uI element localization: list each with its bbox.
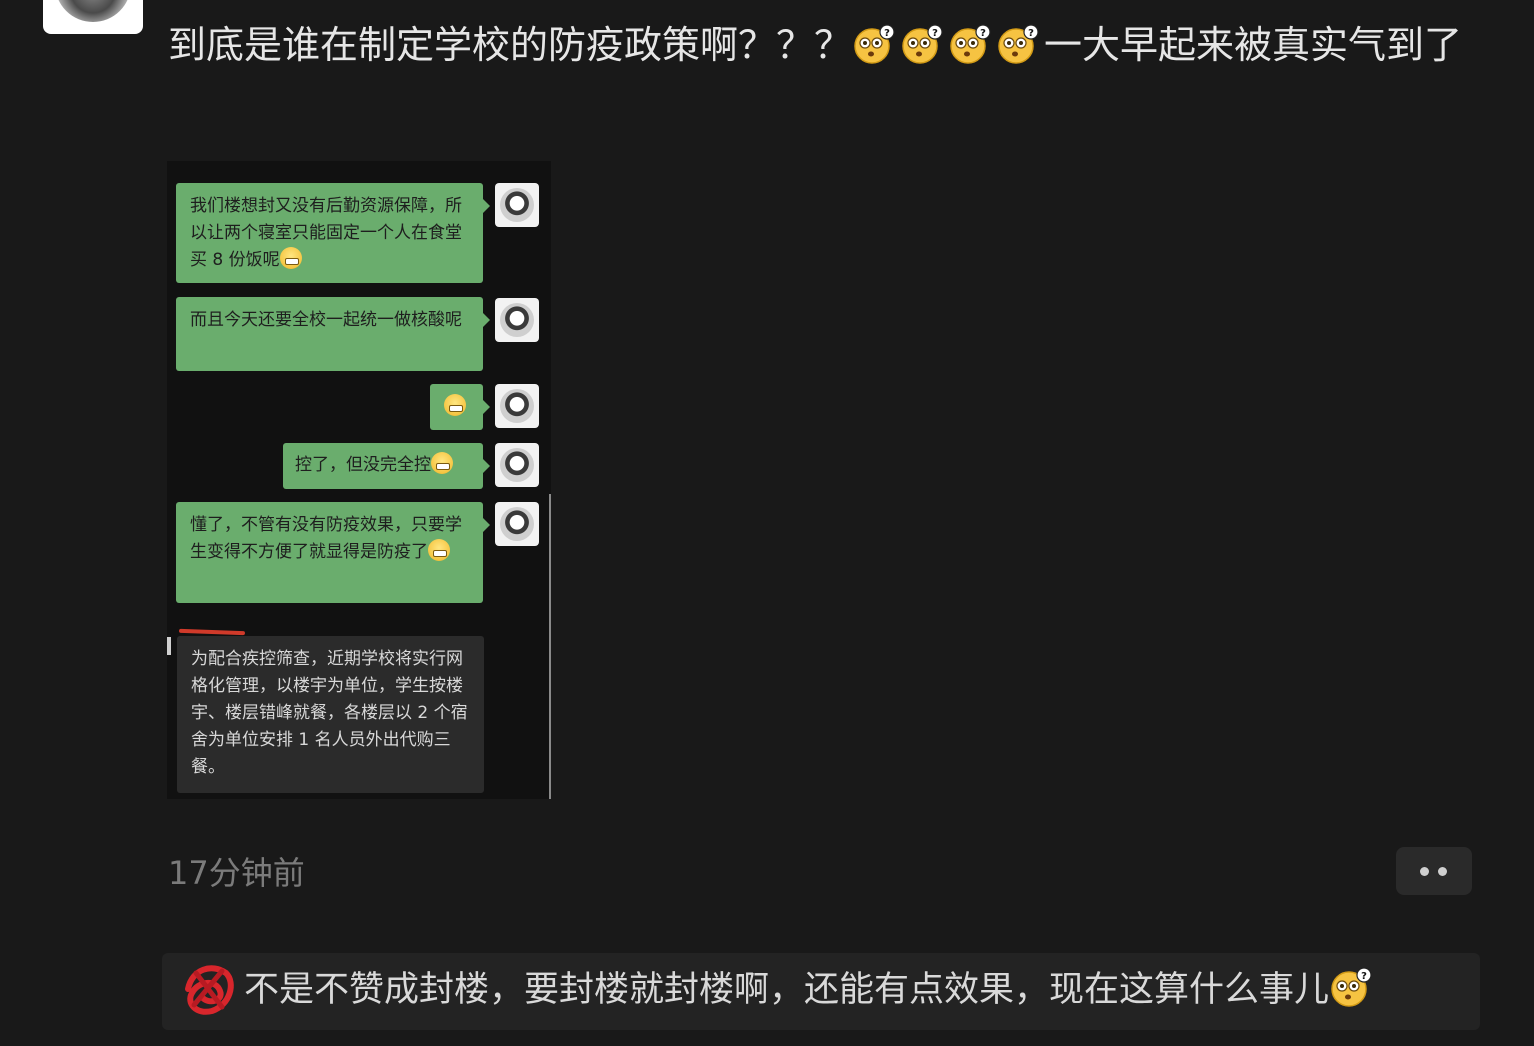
dizzy-question-emoji-icon: ?: [948, 24, 992, 64]
dizzy-question-emoji-icon: ?: [852, 24, 896, 64]
post-detail-page: 到底是谁在制定学校的防疫政策啊？？？???? 一大早起来被真实气到了 我们楼想封又…: [0, 0, 1534, 1046]
svg-text:?: ?: [1028, 28, 1034, 39]
chat-bubble-3: [430, 384, 490, 430]
chat-avatar: [495, 183, 539, 227]
svg-text:?: ?: [932, 28, 938, 39]
svg-text:?: ?: [884, 28, 890, 39]
chat-screenshot-image[interactable]: 我们楼想封又没有后勤资源保障，所以让两个寝室只能固定一个人在食堂买 8 份饭呢 …: [167, 161, 551, 799]
comment-text: 不是不赞成封楼，要封楼就封楼啊，还能有点效果，现在这算什么事儿?: [244, 967, 1377, 1013]
chat-bubble-text: 懂了，不管有没有防疫效果，只要学生变得不方便了就显得是防疫了: [190, 515, 462, 562]
dot-icon: [1420, 867, 1429, 876]
grin-emoji-icon: [431, 452, 453, 474]
post-text: 到底是谁在制定学校的防疫政策啊？？？???? 一大早起来被真实气到了: [168, 18, 1468, 72]
partial-avatar-edge: [167, 637, 171, 655]
dizzy-question-emoji-icon: ?: [1329, 967, 1373, 1007]
avatar-face: [500, 389, 534, 423]
chat-bubble-5: 懂了，不管有没有防疫效果，只要学生变得不方便了就显得是防疫了: [176, 502, 490, 603]
avatar-face: [500, 303, 534, 337]
dizzy-question-emoji-icon: ?: [900, 24, 944, 64]
chat-avatar: [495, 384, 539, 428]
grin-emoji-icon: [279, 247, 302, 269]
avatar-face: [500, 188, 534, 222]
grin-emoji-icon: [444, 394, 466, 416]
chat-avatar: [495, 502, 539, 546]
comment-item[interactable]: 不是不赞成封楼，要封楼就封楼啊，还能有点效果，现在这算什么事儿?: [162, 953, 1480, 1030]
chat-bubble-text: 而且今天还要全校一起统一做核酸呢: [190, 310, 462, 330]
svg-text:?: ?: [1361, 971, 1367, 982]
redaction-mark: [178, 628, 246, 636]
dizzy-question-emoji-icon: ?: [996, 24, 1040, 64]
scribbled-avatar-icon: [185, 965, 234, 1015]
chat-bubble-4: 控了，但没完全控: [283, 443, 490, 489]
chat-avatar: [495, 443, 539, 487]
comment-body: 不是不赞成封楼，要封楼就封楼啊，还能有点效果，现在这算什么事儿: [244, 970, 1330, 1010]
avatar-face: [500, 448, 534, 482]
svg-text:?: ?: [980, 28, 986, 39]
post-text-part1: 到底是谁在制定学校的防疫政策啊？？？: [168, 23, 853, 67]
chat-bubble-2: 而且今天还要全校一起统一做核酸呢: [176, 297, 490, 371]
author-avatar[interactable]: [43, 0, 143, 34]
scrollbar: [549, 494, 551, 799]
emoji-group: ????: [852, 23, 1044, 67]
chat-bubble-1: 我们楼想封又没有后勤资源保障，所以让两个寝室只能固定一个人在食堂买 8 份饭呢: [176, 183, 490, 283]
chat-bubble-text: 控了，但没完全控: [295, 455, 431, 475]
post-text-part2: 一大早起来被真实气到了: [1044, 23, 1463, 67]
post-timestamp: 17分钟前: [168, 854, 305, 892]
dot-icon: [1438, 867, 1447, 876]
avatar-image: [55, 0, 131, 22]
more-options-button[interactable]: [1396, 847, 1472, 895]
chat-bubble-text: 为配合疾控筛查，近期学校将实行网格化管理，以楼宇为单位，学生按楼宇、楼层错峰就餐…: [191, 649, 468, 777]
chat-bubble-notice: 为配合疾控筛查，近期学校将实行网格化管理，以楼宇为单位，学生按楼宇、楼层错峰就餐…: [177, 636, 484, 793]
avatar-face: [500, 507, 534, 541]
chat-avatar: [495, 298, 539, 342]
grin-emoji-icon: [428, 539, 450, 561]
chat-bubble-text: 我们楼想封又没有后勤资源保障，所以让两个寝室只能固定一个人在食堂买 8 份饭呢: [190, 196, 462, 270]
